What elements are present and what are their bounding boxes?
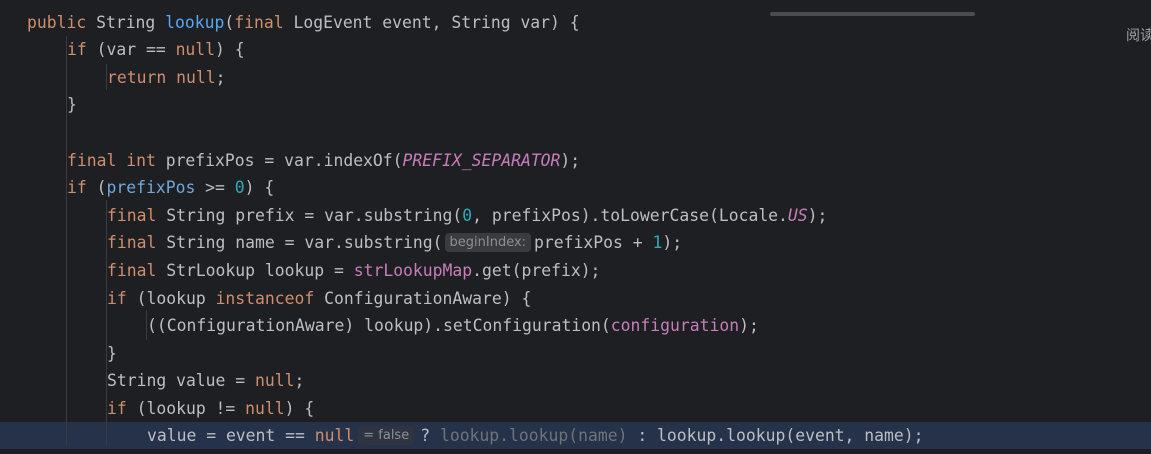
number-token: 0 bbox=[234, 178, 245, 197]
code-line[interactable]: final String prefix = var.substring(0, p… bbox=[107, 203, 827, 229]
code-token: String value = bbox=[107, 371, 256, 390]
unreachable-code-token: lookup.lookup(name) bbox=[439, 426, 628, 445]
code-token: public bbox=[27, 13, 87, 32]
code-line[interactable]: if (lookup != null) { bbox=[107, 396, 314, 422]
code-line[interactable]: if (lookup instanceof ConfigurationAware… bbox=[107, 286, 531, 312]
field-token: configuration bbox=[610, 316, 740, 335]
code-token: final bbox=[234, 13, 284, 32]
code-token: ( bbox=[86, 178, 107, 197]
code-token: int bbox=[126, 151, 156, 170]
code-token: ); bbox=[807, 206, 828, 225]
code-token: if bbox=[107, 289, 127, 308]
code-token: null bbox=[255, 371, 295, 390]
code-token: null bbox=[175, 40, 216, 59]
code-token: LogEvent event, String var) { bbox=[283, 13, 580, 32]
code-token: ) { bbox=[215, 40, 245, 59]
code-token: ) { bbox=[284, 399, 315, 418]
code-token: >= bbox=[195, 178, 235, 197]
code-token: String name = var.substring( bbox=[156, 233, 443, 252]
inline-debug-value: = false bbox=[358, 426, 415, 445]
code-token: null bbox=[245, 399, 285, 418]
code-token: ; bbox=[294, 371, 305, 390]
code-line[interactable]: String value = null; bbox=[107, 368, 304, 394]
code-token: final bbox=[67, 151, 117, 170]
number-token: 1 bbox=[652, 233, 663, 252]
code-token: String bbox=[86, 13, 166, 32]
code-token: ); bbox=[662, 233, 683, 252]
horizontal-scrollbar-thumb[interactable] bbox=[770, 12, 975, 16]
number-token: 0 bbox=[462, 206, 473, 225]
code-token: instanceof bbox=[215, 289, 315, 308]
code-token: ConfigurationAware) { bbox=[314, 289, 532, 308]
code-line[interactable]: final int prefixPos = var.indexOf(PREFIX… bbox=[67, 148, 580, 174]
code-token: null bbox=[176, 68, 216, 87]
code-token: (var == bbox=[86, 40, 176, 59]
code-line[interactable]: if (prefixPos >= 0) { bbox=[67, 175, 274, 201]
code-token: ? bbox=[420, 426, 440, 445]
code-token: .get(prefix); bbox=[472, 261, 601, 280]
code-token: final bbox=[107, 233, 157, 252]
code-token: if bbox=[67, 178, 87, 197]
code-token: prefixPos + bbox=[534, 233, 653, 252]
code-editor[interactable]: 阅读 public String lookup(final LogEvent e… bbox=[0, 0, 1151, 454]
code-token: ); bbox=[739, 316, 759, 335]
code-token: final bbox=[107, 261, 157, 280]
code-token: if bbox=[107, 399, 127, 418]
parameter-hint: beginIndex: bbox=[444, 233, 532, 252]
code-line[interactable]: ((ConfigurationAware) lookup).setConfigu… bbox=[147, 313, 759, 339]
code-token: prefixPos = var.indexOf( bbox=[155, 151, 403, 170]
variable-token: prefixPos bbox=[106, 178, 196, 197]
code-token: : lookup.lookup(event, name); bbox=[627, 426, 924, 445]
code-line[interactable]: return null; bbox=[107, 65, 225, 91]
code-token: StrLookup lookup = bbox=[156, 261, 354, 280]
code-token: final bbox=[107, 206, 157, 225]
constant-token: US bbox=[787, 206, 808, 225]
code-token: ; bbox=[215, 68, 226, 87]
code-line[interactable]: } bbox=[107, 341, 117, 367]
reader-mode-label[interactable]: 阅读 bbox=[1126, 25, 1151, 45]
code-token: value = event == bbox=[147, 426, 315, 445]
code-line[interactable]: final String name = var.substring(beginI… bbox=[107, 230, 682, 256]
code-line[interactable]: public String lookup(final LogEvent even… bbox=[27, 10, 580, 36]
code-token: } bbox=[67, 95, 77, 114]
code-token: (lookup bbox=[126, 289, 216, 308]
method-name: lookup bbox=[165, 13, 225, 32]
code-token: (lookup != bbox=[126, 399, 246, 418]
code-token: null bbox=[314, 426, 355, 445]
code-token: } bbox=[107, 344, 117, 363]
code-line[interactable]: final StrLookup lookup = strLookupMap.ge… bbox=[107, 258, 600, 284]
field-token: strLookupMap bbox=[353, 261, 473, 280]
code-token: ((ConfigurationAware) lookup).setConfigu… bbox=[147, 316, 611, 335]
code-token: if bbox=[67, 40, 87, 59]
code-token: return bbox=[107, 68, 167, 87]
current-code-line[interactable]: value = event == null = false? lookup.loo… bbox=[147, 423, 924, 449]
code-line[interactable]: } bbox=[67, 92, 77, 118]
code-token: String prefix = var.substring( bbox=[156, 206, 463, 225]
code-token: ( bbox=[224, 13, 235, 32]
constant-token: PREFIX_SEPARATOR bbox=[402, 151, 561, 170]
code-line[interactable]: if (var == null) { bbox=[67, 37, 245, 63]
code-token: ) { bbox=[244, 178, 275, 197]
code-token: , prefixPos).toLowerCase(Locale. bbox=[472, 206, 788, 225]
code-token: ); bbox=[560, 151, 581, 170]
